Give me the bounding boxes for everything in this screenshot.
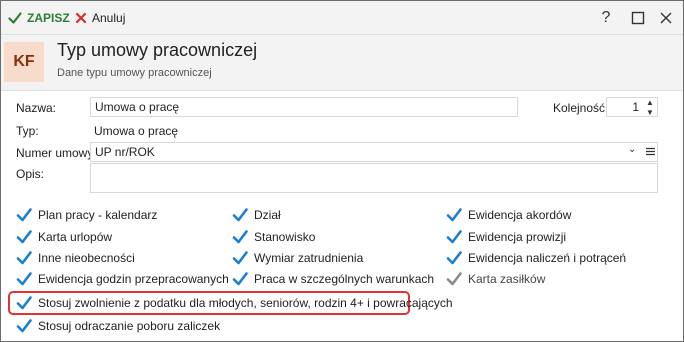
checkbox-label: Inne nieobecności [38, 251, 135, 265]
checkbox-dzial[interactable]: Dział [232, 206, 281, 224]
checkbox-label: Wymiar zatrudnienia [254, 251, 364, 265]
menu-icon[interactable] [646, 145, 655, 156]
save-label: ZAPISZ [27, 11, 70, 25]
checkmark-icon [232, 272, 248, 286]
checkbox-ewidencja-prowizji[interactable]: Ewidencja prowizji [446, 228, 566, 246]
help-button[interactable]: ? [597, 9, 615, 27]
checkmark-icon [16, 251, 32, 265]
checkmark-icon [446, 208, 462, 222]
help-icon: ? [601, 9, 611, 26]
checkbox-ewidencja-godzin[interactable]: Ewidencja godzin przepracowanych [16, 270, 229, 288]
checkbox-inne-nieobecnosci[interactable]: Inne nieobecności [16, 249, 135, 267]
name-label: Nazwa: [16, 101, 57, 115]
page-title: Typ umowy pracowniczej [57, 40, 258, 60]
order-label: Kolejność: [553, 101, 609, 115]
checkbox-label: Ewidencja naliczeń i potrąceń [468, 251, 627, 265]
checkmark-icon [16, 230, 32, 244]
checkmark-icon [8, 12, 22, 24]
checkmark-icon [16, 208, 32, 222]
checkbox-label: Ewidencja prowizji [468, 230, 567, 244]
checkbox-label: Stosuj odraczanie poboru zaliczek [38, 319, 221, 333]
checkmark-icon [446, 230, 462, 244]
checkbox-tax-exemption[interactable]: Stosuj zwolnienie z podatku dla młodych,… [16, 294, 453, 312]
cancel-button[interactable]: Anuluj [75, 9, 125, 27]
module-badge: KF [4, 42, 44, 82]
checkbox-ewidencja-naliczen[interactable]: Ewidencja naliczeń i potrąceń [446, 249, 626, 267]
type-value: Umowa o pracę [94, 124, 179, 138]
description-label: Opis: [16, 167, 45, 181]
checkmark-icon [232, 251, 248, 265]
checkbox-label: Stosuj zwolnienie z podatku dla młodych,… [38, 296, 453, 310]
maximize-button[interactable] [629, 9, 647, 27]
checkbox-label: Praca w szczególnych warunkach [254, 272, 435, 286]
checkbox-label: Dział [254, 208, 281, 222]
checkmark-icon [16, 319, 32, 333]
chevron-down-icon[interactable]: ▼ [646, 109, 656, 117]
checkbox-karta-urlopow[interactable]: Karta urlopów [16, 228, 112, 246]
type-label: Typ: [16, 124, 39, 138]
checkbox-praca-szczegolne[interactable]: Praca w szczególnych warunkach [232, 270, 434, 288]
description-field[interactable] [90, 163, 658, 193]
checkbox-wymiar-zatrudnienia[interactable]: Wymiar zatrudnienia [232, 249, 363, 267]
page-header: KF Typ umowy pracowniczej Dane typu umow… [1, 35, 683, 91]
close-window-button[interactable] [657, 9, 675, 27]
name-field[interactable]: Umowa o pracę [90, 97, 518, 117]
checkmark-icon [232, 230, 248, 244]
checkbox-label: Stanowisko [254, 230, 316, 244]
checkmark-icon [446, 251, 462, 265]
checkbox-ewidencja-akordow[interactable]: Ewidencja akordów [446, 206, 571, 224]
checkbox-label: Karta zasiłków [468, 272, 546, 286]
checkbox-stanowisko[interactable]: Stanowisko [232, 228, 315, 246]
checkmark-icon [16, 296, 32, 310]
toolbar: ZAPISZ Anuluj ? [1, 1, 683, 35]
chevron-down-icon[interactable]: ⌄ [628, 144, 636, 155]
page-subtitle: Dane typu umowy pracowniczej [57, 67, 212, 79]
checkbox-label: Karta urlopów [38, 230, 113, 244]
checkmark-icon [446, 272, 462, 286]
checkmark-icon [16, 272, 32, 286]
save-button[interactable]: ZAPISZ [8, 9, 70, 27]
checkmark-icon [232, 208, 248, 222]
close-icon [75, 12, 87, 24]
checkbox-karta-zasilkow: Karta zasiłków [446, 270, 545, 288]
chevron-up-icon[interactable]: ▲ [646, 99, 656, 107]
close-window-icon [660, 12, 672, 24]
checkbox-label: Ewidencja akordów [468, 208, 572, 222]
stepper-arrows[interactable]: ▲ ▼ [646, 99, 656, 117]
maximize-icon [631, 11, 645, 25]
checkbox-plan-pracy[interactable]: Plan pracy - kalendarz [16, 206, 157, 224]
checkbox-label: Plan pracy - kalendarz [38, 208, 158, 222]
contract-number-label: Numer umowy: [16, 146, 97, 160]
checkbox-deferral[interactable]: Stosuj odraczanie poboru zaliczek [16, 317, 220, 335]
contract-number-field[interactable]: UP nr/ROK [90, 142, 658, 162]
cancel-label: Anuluj [92, 11, 126, 25]
checkbox-label: Ewidencja godzin przepracowanych [38, 272, 229, 286]
